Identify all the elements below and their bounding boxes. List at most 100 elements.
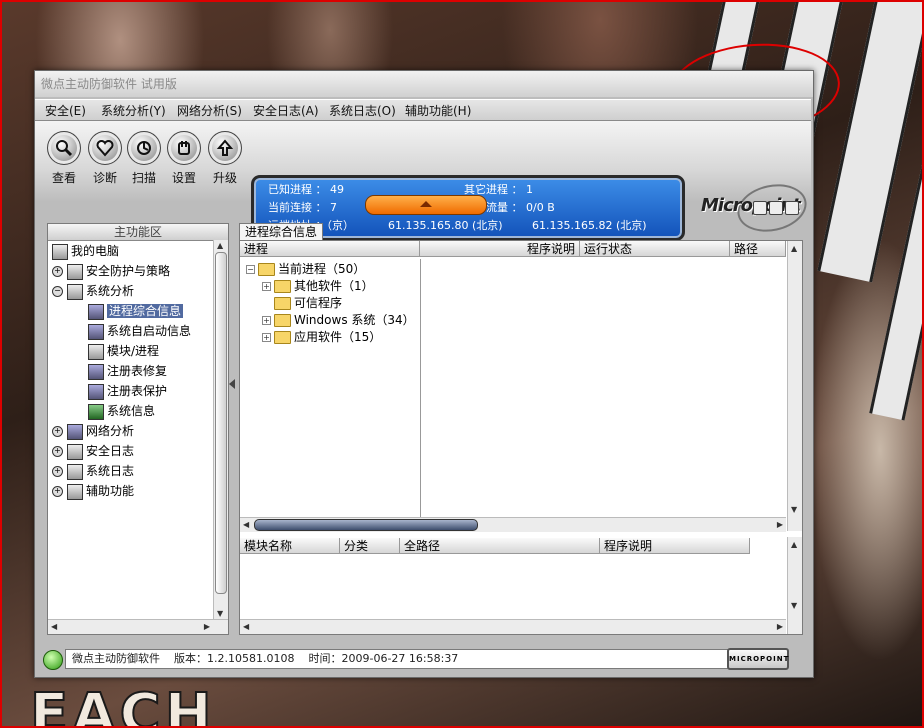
column-status[interactable]: 运行状态 <box>580 241 730 257</box>
tree-my-computer[interactable]: 我的电脑 <box>52 242 119 260</box>
column-category[interactable]: 分类 <box>340 538 400 554</box>
tree-trusted[interactable]: 可信程序 <box>274 295 342 312</box>
column-module-name[interactable]: 模块名称 <box>240 538 340 554</box>
diagnose-button[interactable]: 诊断 <box>86 131 124 186</box>
tree-security-policy[interactable]: + 安全防护与策略 <box>52 262 170 280</box>
process-list-icon <box>88 303 104 320</box>
wallpaper-brand-text: EACH <box>29 681 216 728</box>
column-module-description[interactable]: 程序说明 <box>600 538 750 554</box>
scroll-up-icon[interactable]: ▲ <box>791 540 797 550</box>
scroll-up-icon[interactable]: ▲ <box>217 241 223 251</box>
collapse-toolbar-button[interactable] <box>365 195 487 215</box>
tree-registry-protect[interactable]: 注册表保护 <box>88 382 167 400</box>
scroll-left-icon[interactable]: ◀ <box>51 622 57 632</box>
view-button-label: 查看 <box>51 171 76 185</box>
column-full-path[interactable]: 全路径 <box>400 538 600 554</box>
folder-icon <box>274 297 291 310</box>
tree-helper[interactable]: + 辅助功能 <box>52 482 134 500</box>
scroll-down-icon[interactable]: ▼ <box>791 505 797 515</box>
tree-startup-info[interactable]: 系统自启动信息 <box>88 322 191 340</box>
status-version: 版本：1.2.10581.0108 <box>174 652 295 665</box>
close-panel-button[interactable] <box>785 201 799 215</box>
scan-button[interactable]: 扫描 <box>125 131 163 186</box>
process-info-panel: 进程 程序说明 运行状态 路径 − 当前进程（50） + 其他软件（1） 可信程序 … <box>239 240 803 635</box>
expand-icon[interactable]: + <box>52 466 63 477</box>
expand-icon[interactable]: + <box>262 333 271 342</box>
scroll-left-icon[interactable]: ◀ <box>243 520 249 530</box>
tree-security-log[interactable]: + 安全日志 <box>52 442 134 460</box>
upgrade-icon <box>208 131 242 165</box>
scroll-down-icon[interactable]: ▼ <box>791 601 797 611</box>
remote-ip-2: 61.135.165.82 (北京) <box>532 219 647 232</box>
heart-check-icon <box>88 131 122 165</box>
expand-icon[interactable]: + <box>52 446 63 457</box>
folder-icon <box>274 314 291 327</box>
panel-splitter[interactable] <box>228 371 236 401</box>
tree-module-process[interactable]: 模块/进程 <box>88 342 159 360</box>
folder-icon <box>274 331 291 344</box>
scroll-right-icon[interactable]: ▶ <box>777 520 783 530</box>
column-description[interactable]: 程序说明 <box>420 241 580 257</box>
arrow-up-icon <box>420 201 432 207</box>
scan-icon <box>127 131 161 165</box>
module-horizontal-scrollbar[interactable]: ◀ ▶ <box>240 619 786 634</box>
menu-network-analysis[interactable]: 网络分析(S) <box>177 102 242 119</box>
expand-icon[interactable]: + <box>262 316 271 325</box>
expand-icon[interactable]: + <box>52 486 63 497</box>
menu-system-analysis[interactable]: 系统分析(Y) <box>101 102 166 119</box>
tree-app-software[interactable]: + 应用软件（15） <box>262 329 381 346</box>
left-vertical-scrollbar[interactable]: ▲ ▼ <box>213 240 228 620</box>
tree-system-log[interactable]: + 系统日志 <box>52 462 134 480</box>
tree-system-info[interactable]: 系统信息 <box>88 402 155 420</box>
tree-process-info[interactable]: 进程综合信息 <box>88 302 184 320</box>
micropoint-badge[interactable]: MICROPOINT <box>727 648 789 670</box>
collapse-icon[interactable]: − <box>52 286 63 297</box>
shield-policy-icon <box>67 263 83 280</box>
tree-other-software[interactable]: + 其他软件（1） <box>262 278 374 295</box>
tree-windows-system[interactable]: + Windows 系统（34） <box>262 312 415 329</box>
expand-icon[interactable]: + <box>52 266 63 277</box>
upgrade-button[interactable]: 升级 <box>206 131 244 186</box>
process-horizontal-scrollbar[interactable]: ◀ ▶ <box>240 517 786 532</box>
tab-process-info[interactable]: 进程综合信息 <box>239 223 323 240</box>
tree-network-analysis[interactable]: + 网络分析 <box>52 422 134 440</box>
menu-system-log[interactable]: 系统日志(O) <box>329 102 396 119</box>
minimize-panel-button[interactable] <box>753 201 767 215</box>
scroll-up-icon[interactable]: ▲ <box>791 244 797 254</box>
window-title[interactable]: 微点主动防御软件 试用版 <box>35 71 813 97</box>
restore-panel-button[interactable] <box>769 201 783 215</box>
column-process[interactable]: 进程 <box>240 241 420 257</box>
scroll-right-icon[interactable]: ▶ <box>777 622 783 632</box>
computer-icon <box>52 243 68 260</box>
expand-icon[interactable]: + <box>52 426 63 437</box>
collapse-icon[interactable]: − <box>246 265 255 274</box>
column-path[interactable]: 路径 <box>730 241 786 257</box>
view-button[interactable]: 查看 <box>45 131 83 186</box>
process-vertical-scrollbar[interactable]: ▲ ▼ <box>787 241 802 531</box>
main-function-header: 主功能区 <box>48 224 228 241</box>
log-icon <box>67 443 83 460</box>
tree-current-process[interactable]: − 当前进程（50） <box>246 261 365 278</box>
menu-security-log[interactable]: 安全日志(A) <box>253 102 319 119</box>
system-icon <box>67 283 83 300</box>
scroll-right-icon[interactable]: ▶ <box>204 622 210 632</box>
scroll-down-icon[interactable]: ▼ <box>217 609 223 619</box>
left-horizontal-scrollbar[interactable]: ◀ ▶ <box>48 619 228 634</box>
scroll-thumb[interactable] <box>215 252 227 594</box>
horizontal-scroll-thumb[interactable] <box>254 519 478 531</box>
tree-system-analysis[interactable]: − 系统分析 <box>52 282 134 300</box>
menu-helper[interactable]: 辅助功能(H) <box>405 102 471 119</box>
status-app-name: 微点主动防御软件 <box>72 652 160 665</box>
settings-button[interactable]: 设置 <box>165 131 203 186</box>
status-bar: 微点主动防御软件 版本：1.2.10581.0108 时间：2009-06-27… <box>39 647 805 671</box>
tree-registry-repair[interactable]: 注册表修复 <box>88 362 167 380</box>
menu-bar: 安全(E) 系统分析(Y) 网络分析(S) 安全日志(A) 系统日志(O) 辅助… <box>35 99 811 121</box>
system-info-icon <box>88 403 104 420</box>
startup-icon <box>88 323 104 340</box>
menu-security[interactable]: 安全(E) <box>45 102 86 119</box>
module-vertical-scrollbar[interactable]: ▲ ▼ <box>787 537 802 634</box>
magnifier-icon <box>47 131 81 165</box>
system-log-icon <box>67 463 83 480</box>
expand-icon[interactable]: + <box>262 282 271 291</box>
scroll-left-icon[interactable]: ◀ <box>243 622 249 632</box>
